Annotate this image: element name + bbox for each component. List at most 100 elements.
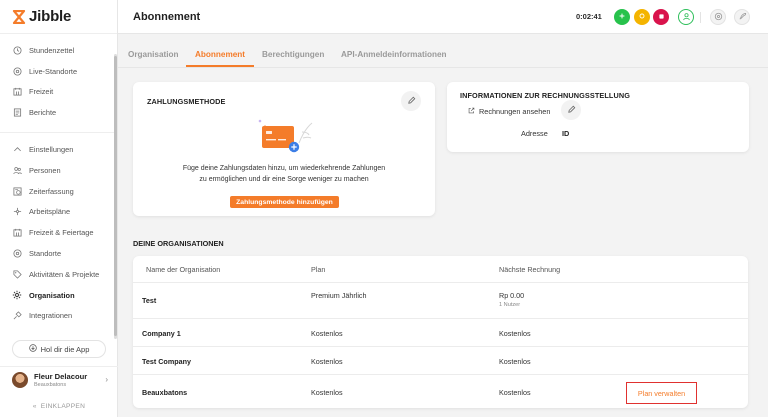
break-button[interactable] bbox=[634, 9, 650, 25]
stop-timer-button[interactable] bbox=[653, 9, 669, 25]
sidebar-item-label: Berichte bbox=[29, 108, 57, 118]
org-plan: Kostenlos bbox=[311, 388, 343, 397]
sidebar-item-label: Integrationen bbox=[29, 311, 73, 321]
billing-info-card: INFORMATIONEN ZUR RECHNUNGSSTELLUNG Rech… bbox=[447, 82, 749, 152]
report-icon bbox=[12, 108, 22, 118]
sidebar-item-integrationen[interactable]: Integrationen bbox=[0, 306, 117, 327]
people-icon bbox=[12, 165, 22, 175]
payment-description-line-2: zu ermöglichen und dir eine Sorge wenige… bbox=[199, 176, 369, 183]
collapse-sidebar-button[interactable]: « EINKLAPPEN bbox=[0, 397, 118, 415]
manage-plan-button[interactable]: Plan verwalten bbox=[626, 382, 697, 404]
chevron-right-icon: › bbox=[105, 375, 108, 384]
sidebar-nav: Stundenzettel Live-Standorte Freizeit Be… bbox=[0, 34, 117, 326]
collapse-label: EINKLAPPEN bbox=[40, 402, 86, 410]
tab-bar: Organisation Abonnement Berechtigungen A… bbox=[118, 34, 768, 68]
sidebar-item-zeiterfassung[interactable]: Zeiterfassung bbox=[0, 181, 117, 202]
coffee-icon bbox=[638, 12, 646, 22]
avatar bbox=[12, 371, 28, 388]
download-icon bbox=[28, 344, 37, 354]
organizations-table: Name der Organisation Plan Nächste Rechn… bbox=[133, 256, 748, 408]
view-invoices-label: Rechnungen ansehen bbox=[479, 107, 551, 116]
user-status-button[interactable] bbox=[678, 9, 694, 25]
table-row[interactable]: Beauxbatons Kostenlos Kostenlos Plan ver… bbox=[133, 374, 748, 408]
org-plan: Premium Jährlich bbox=[311, 291, 367, 300]
get-app-button[interactable]: Hol dir die App bbox=[12, 340, 106, 358]
sidebar-item-freizeit[interactable]: Freizeit bbox=[0, 82, 117, 103]
sidebar-item-einstellungen[interactable]: Einstellungen bbox=[0, 139, 117, 160]
chevron-up-icon bbox=[12, 145, 22, 155]
calendar-icon bbox=[12, 87, 22, 97]
sidebar-item-aktivitaeten-projekte[interactable]: Aktivitäten & Projekte bbox=[0, 264, 117, 285]
sidebar-item-label: Einstellungen bbox=[29, 145, 74, 155]
header-divider bbox=[700, 12, 701, 23]
tag-icon bbox=[12, 269, 22, 279]
sidebar-item-personen[interactable]: Personen bbox=[0, 160, 117, 181]
profile-org: Beauxbatons bbox=[34, 381, 67, 388]
tab-organisation[interactable]: Organisation bbox=[128, 50, 179, 59]
help-button[interactable] bbox=[710, 9, 726, 25]
view-invoices-link[interactable]: Rechnungen ansehen bbox=[468, 107, 550, 116]
org-plan: Kostenlos bbox=[311, 357, 343, 366]
table-row[interactable]: Test Premium Jährlich Rp 0.00 1 Nutzer bbox=[133, 282, 748, 318]
sidebar-divider bbox=[0, 132, 117, 134]
clock-icon bbox=[12, 45, 22, 55]
user-profile[interactable]: Fleur Delacour Beauxbatons › bbox=[0, 366, 118, 392]
rocket-button[interactable] bbox=[734, 9, 750, 25]
org-next-invoice: Kostenlos bbox=[499, 329, 531, 338]
table-row[interactable]: Company 1 Kostenlos Kostenlos bbox=[133, 318, 748, 346]
sidebar-item-arbeitsplaene[interactable]: Arbeitspläne bbox=[0, 202, 117, 223]
sidebar: Jibble Stundenzettel Live-Standorte Frei… bbox=[0, 0, 118, 417]
profile-text: Fleur Delacour Beauxbatons bbox=[34, 372, 87, 388]
tab-berechtigungen[interactable]: Berechtigungen bbox=[262, 50, 324, 59]
rocket-icon bbox=[738, 12, 747, 23]
clock-in-icon bbox=[618, 12, 626, 22]
sidebar-item-freizeit-feiertage[interactable]: Freizeit & Feiertage bbox=[0, 222, 117, 243]
tab-api-anmeldeinformationen[interactable]: API-Anmeldeinformationen bbox=[341, 50, 447, 59]
person-icon bbox=[682, 12, 691, 23]
double-chevron-left-icon: « bbox=[32, 402, 37, 410]
org-plan: Kostenlos bbox=[311, 329, 343, 338]
sidebar-item-label: Stundenzettel bbox=[29, 45, 75, 55]
sidebar-item-stundenzettel[interactable]: Stundenzettel bbox=[0, 40, 117, 61]
sidebar-scrollbar-thumb[interactable] bbox=[114, 56, 117, 336]
credit-card-illustration-icon bbox=[254, 115, 316, 155]
org-name: Test bbox=[142, 296, 157, 305]
sidebar-item-berichte[interactable]: Berichte bbox=[0, 102, 117, 123]
help-icon bbox=[714, 12, 723, 23]
column-header-name: Name der Organisation bbox=[146, 265, 221, 274]
profile-name: Fleur Delacour bbox=[34, 371, 88, 381]
pencil-icon bbox=[407, 96, 416, 107]
address-label: Adresse bbox=[521, 129, 548, 138]
org-name: Beauxbatons bbox=[142, 388, 188, 397]
payment-description: Füge deine Zahlungsdaten hinzu, um wiede… bbox=[133, 163, 435, 185]
sidebar-item-standorte[interactable]: Standorte bbox=[0, 243, 117, 264]
sidebar-item-label: Standorte bbox=[29, 249, 62, 259]
time-tracking-icon bbox=[12, 186, 22, 196]
top-bar: Abonnement 0:02:41 bbox=[118, 0, 768, 34]
location-pin-icon bbox=[12, 249, 22, 259]
table-row[interactable]: Test Company Kostenlos Kostenlos bbox=[133, 346, 748, 374]
sidebar-item-organisation[interactable]: Organisation bbox=[0, 285, 117, 306]
org-next-invoice-users: 1 Nutzer bbox=[499, 302, 521, 308]
column-header-plan: Plan bbox=[311, 265, 326, 274]
logo[interactable]: Jibble bbox=[0, 0, 117, 34]
sidebar-item-label: Aktivitäten & Projekte bbox=[29, 269, 100, 279]
external-link-icon bbox=[468, 107, 475, 116]
location-pin-icon bbox=[12, 66, 22, 76]
edit-billing-button[interactable] bbox=[561, 100, 581, 120]
sidebar-item-label: Freizeit bbox=[29, 87, 54, 97]
edit-payment-button[interactable] bbox=[401, 91, 421, 111]
start-timer-button[interactable] bbox=[614, 9, 630, 25]
org-next-invoice: Kostenlos bbox=[499, 357, 531, 366]
add-payment-method-button[interactable]: Zahlungsmethode hinzufügen bbox=[230, 196, 339, 208]
organizations-title: DEINE ORGANISATIONEN bbox=[133, 239, 224, 248]
sidebar-item-live-standorte[interactable]: Live-Standorte bbox=[0, 61, 117, 82]
plug-icon bbox=[12, 311, 22, 321]
tab-abonnement[interactable]: Abonnement bbox=[195, 50, 245, 59]
org-name: Test Company bbox=[142, 357, 191, 366]
logo-text: Jibble bbox=[29, 8, 72, 25]
payment-method-title: ZAHLUNGSMETHODE bbox=[147, 97, 226, 106]
sidebar-item-label: Organisation bbox=[29, 290, 75, 300]
org-next-invoice: Rp 0.00 bbox=[499, 291, 525, 300]
org-next-invoice: Kostenlos bbox=[499, 388, 531, 397]
